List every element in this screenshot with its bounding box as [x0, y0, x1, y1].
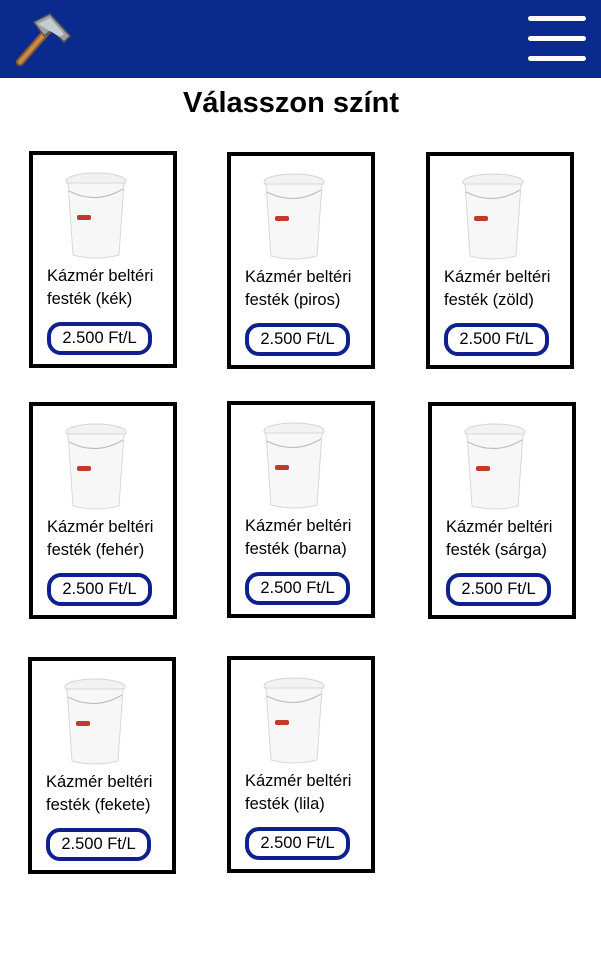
hamburger-menu-icon[interactable]	[528, 16, 586, 62]
price-badge[interactable]: 2.500 Ft/L	[245, 827, 350, 860]
product-card[interactable]: Kázmér beltéri festék (fehér) 2.500 Ft/L	[29, 402, 177, 619]
top-navigation-bar	[0, 0, 601, 78]
product-card[interactable]: Kázmér beltéri festék (zöld) 2.500 Ft/L	[426, 152, 574, 369]
page-title: Válasszon színt	[183, 87, 399, 119]
menu-line	[528, 16, 586, 21]
price-badge[interactable]: 2.500 Ft/L	[47, 322, 152, 355]
product-card[interactable]: Kázmér beltéri festék (fekete) 2.500 Ft/…	[28, 657, 176, 874]
paint-bucket-image	[462, 173, 524, 260]
product-name: Kázmér beltéri festék (sárga)	[446, 518, 553, 559]
price-badge[interactable]: 2.500 Ft/L	[444, 323, 549, 356]
product-card[interactable]: Kázmér beltéri festék (lila) 2.500 Ft/L	[227, 656, 375, 873]
product-card[interactable]: Kázmér beltéri festék (kék) 2.500 Ft/L	[29, 151, 177, 368]
price-badge[interactable]: 2.500 Ft/L	[46, 828, 151, 861]
price-badge[interactable]: 2.500 Ft/L	[446, 573, 551, 606]
menu-line	[528, 56, 586, 61]
product-name: Kázmér beltéri festék (fekete)	[46, 773, 153, 814]
product-name: Kázmér beltéri festék (lila)	[245, 772, 352, 813]
hammer-icon[interactable]	[14, 12, 72, 66]
product-card[interactable]: Kázmér beltéri festék (piros) 2.500 Ft/L	[227, 152, 375, 369]
menu-line	[528, 36, 586, 41]
paint-bucket-image	[464, 423, 526, 510]
product-name: Kázmér beltéri festék (kék)	[47, 267, 154, 308]
paint-bucket-image	[64, 678, 126, 765]
product-name: Kázmér beltéri festék (barna)	[245, 517, 352, 558]
product-card[interactable]: Kázmér beltéri festék (barna) 2.500 Ft/L	[227, 401, 375, 618]
product-card[interactable]: Kázmér beltéri festék (sárga) 2.500 Ft/L	[428, 402, 576, 619]
product-name: Kázmér beltéri festék (piros)	[245, 268, 352, 309]
product-name: Kázmér beltéri festék (fehér)	[47, 518, 154, 559]
price-badge[interactable]: 2.500 Ft/L	[245, 323, 350, 356]
paint-bucket-image	[263, 173, 325, 260]
price-badge[interactable]: 2.500 Ft/L	[245, 572, 350, 605]
paint-bucket-image	[263, 422, 325, 509]
paint-bucket-image	[263, 677, 325, 764]
price-badge[interactable]: 2.500 Ft/L	[47, 573, 152, 606]
paint-bucket-image	[65, 172, 127, 259]
product-name: Kázmér beltéri festék (zöld)	[444, 268, 551, 309]
paint-bucket-image	[65, 423, 127, 510]
